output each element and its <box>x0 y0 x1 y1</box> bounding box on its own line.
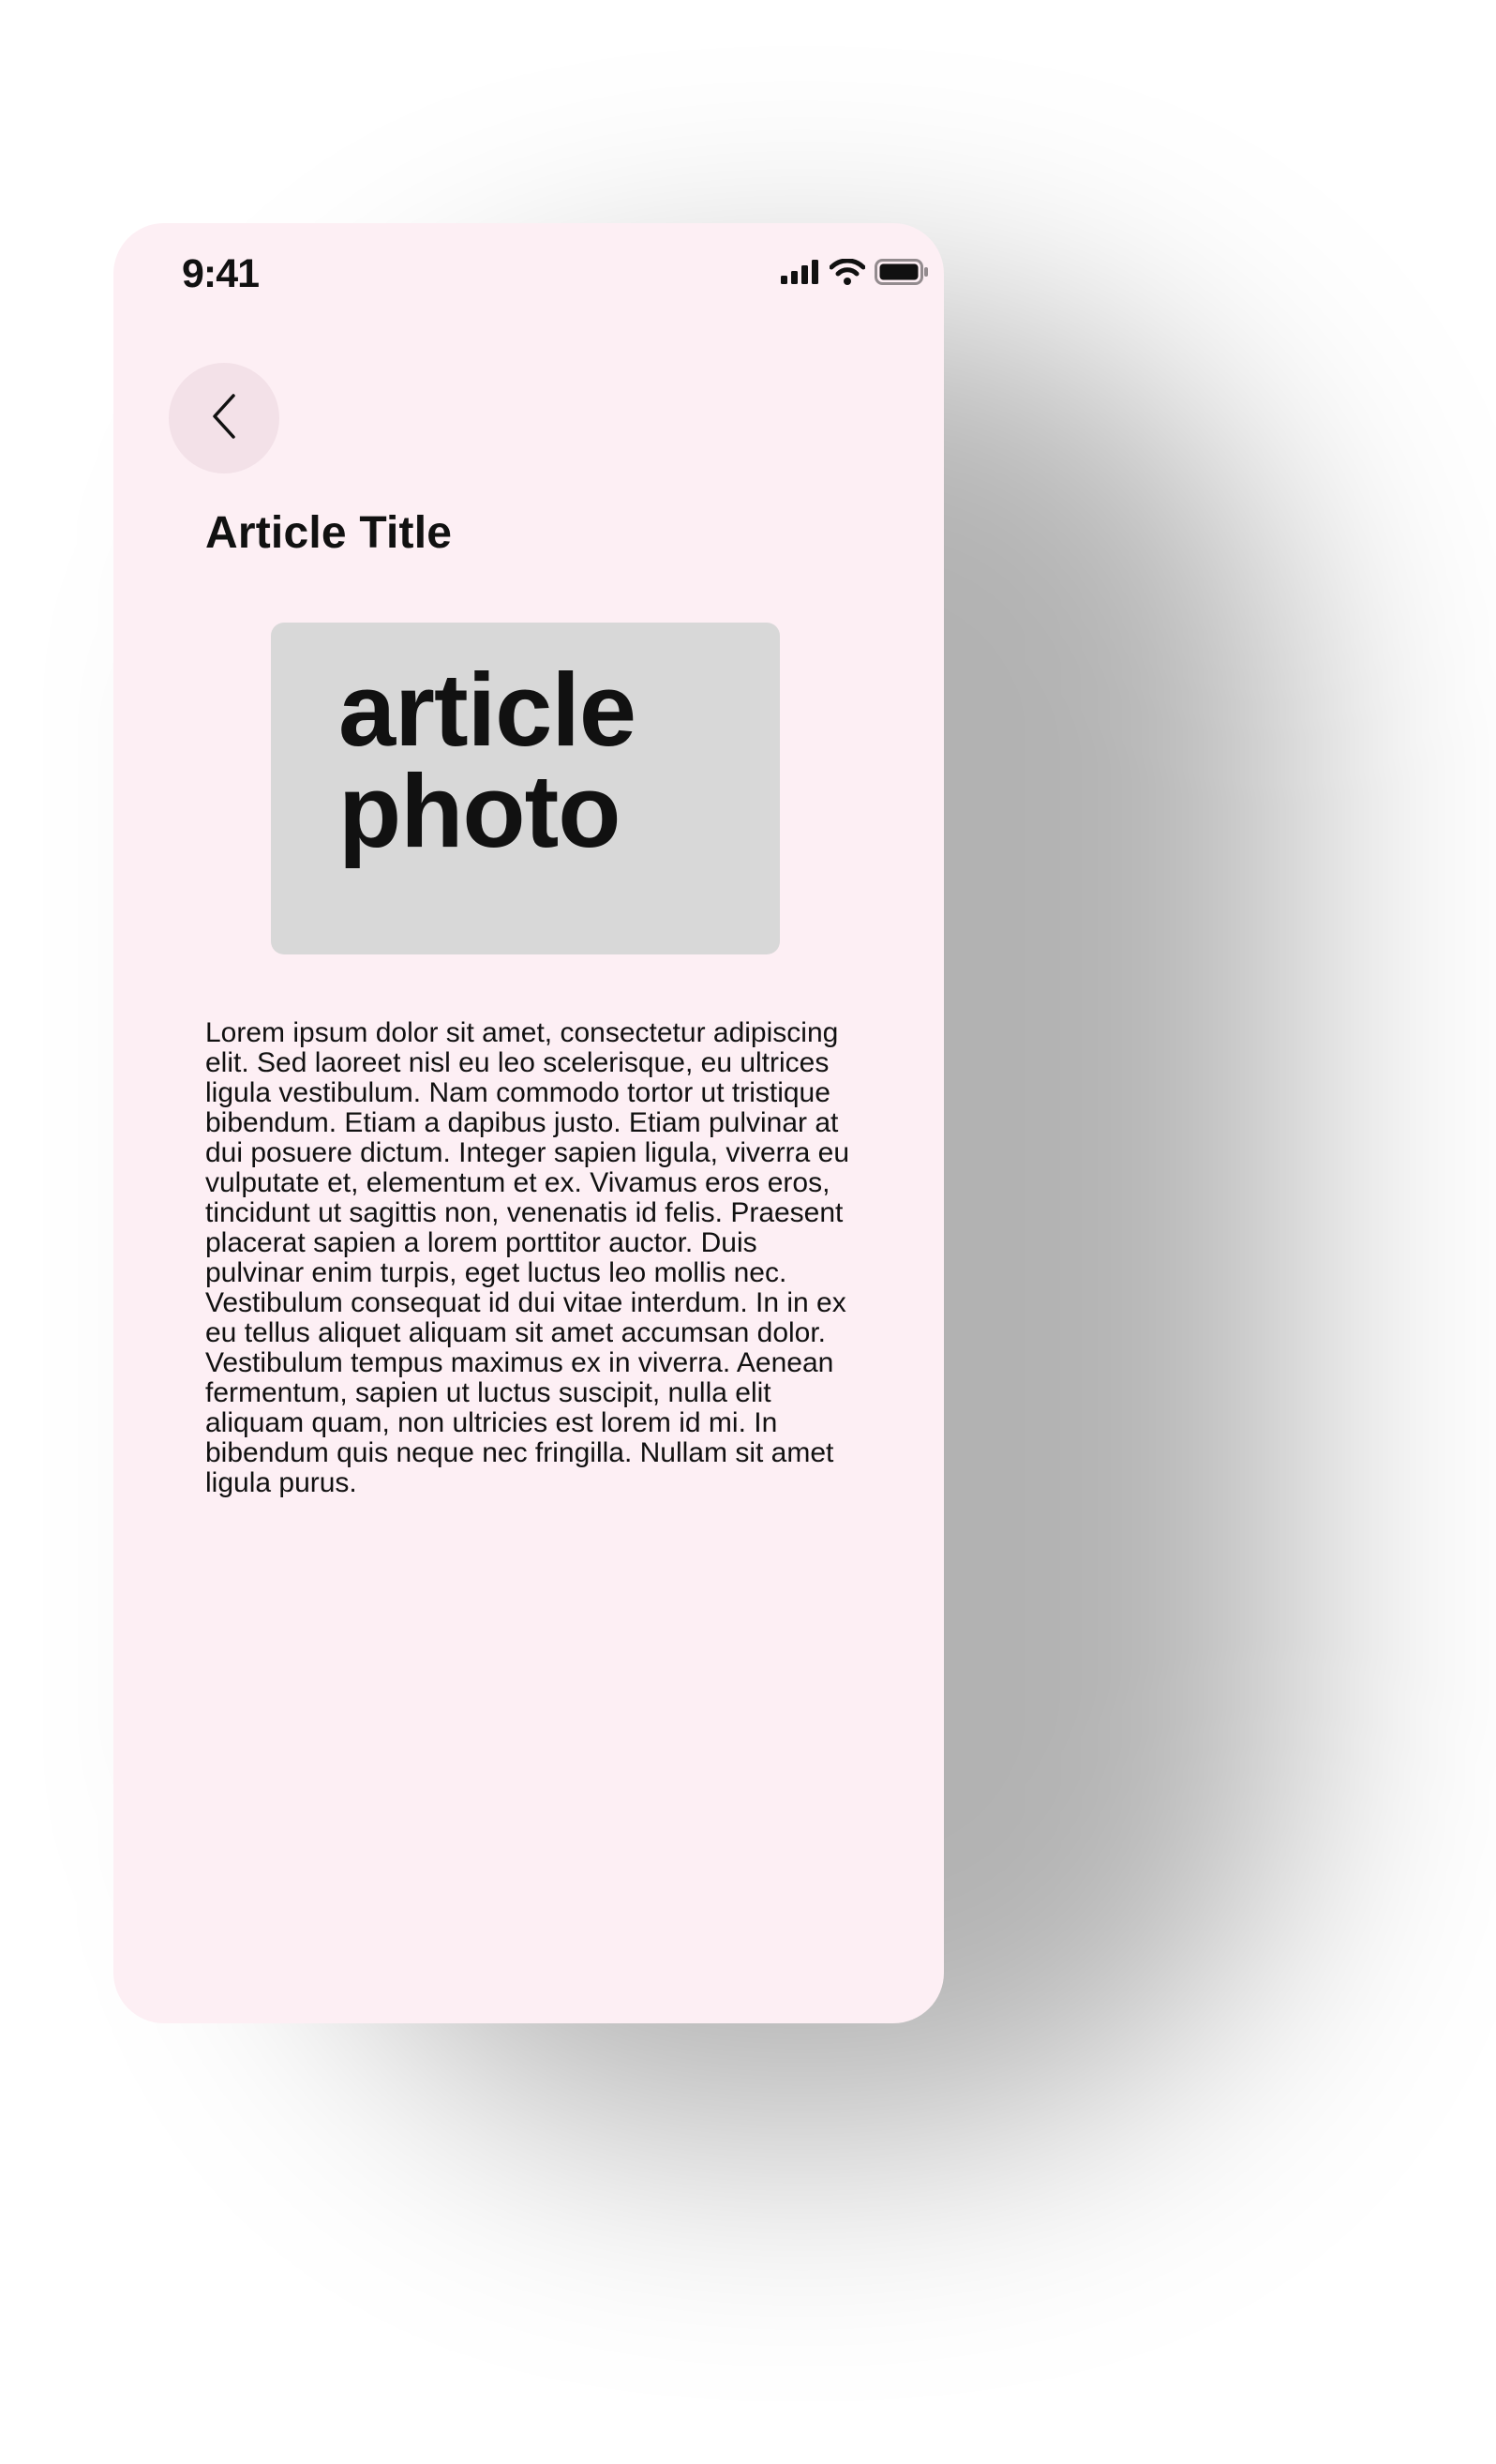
battery-icon <box>875 259 929 290</box>
article-photo-placeholder: article photo <box>271 623 780 954</box>
article-body-text: Lorem ipsum dolor sit amet, consectetur … <box>205 1017 850 1498</box>
wifi-icon <box>829 258 866 290</box>
cellular-signal-icon <box>781 260 820 289</box>
back-button[interactable] <box>169 363 279 473</box>
chevron-left-icon <box>211 393 237 444</box>
status-bar-time: 9:41 <box>182 251 260 296</box>
status-bar-icons <box>781 258 929 290</box>
phone-screen: 9:41 Article Title article photo Lorem i… <box>113 223 944 2023</box>
article-photo-label: article photo <box>338 653 636 869</box>
article-title: Article Title <box>205 508 453 558</box>
